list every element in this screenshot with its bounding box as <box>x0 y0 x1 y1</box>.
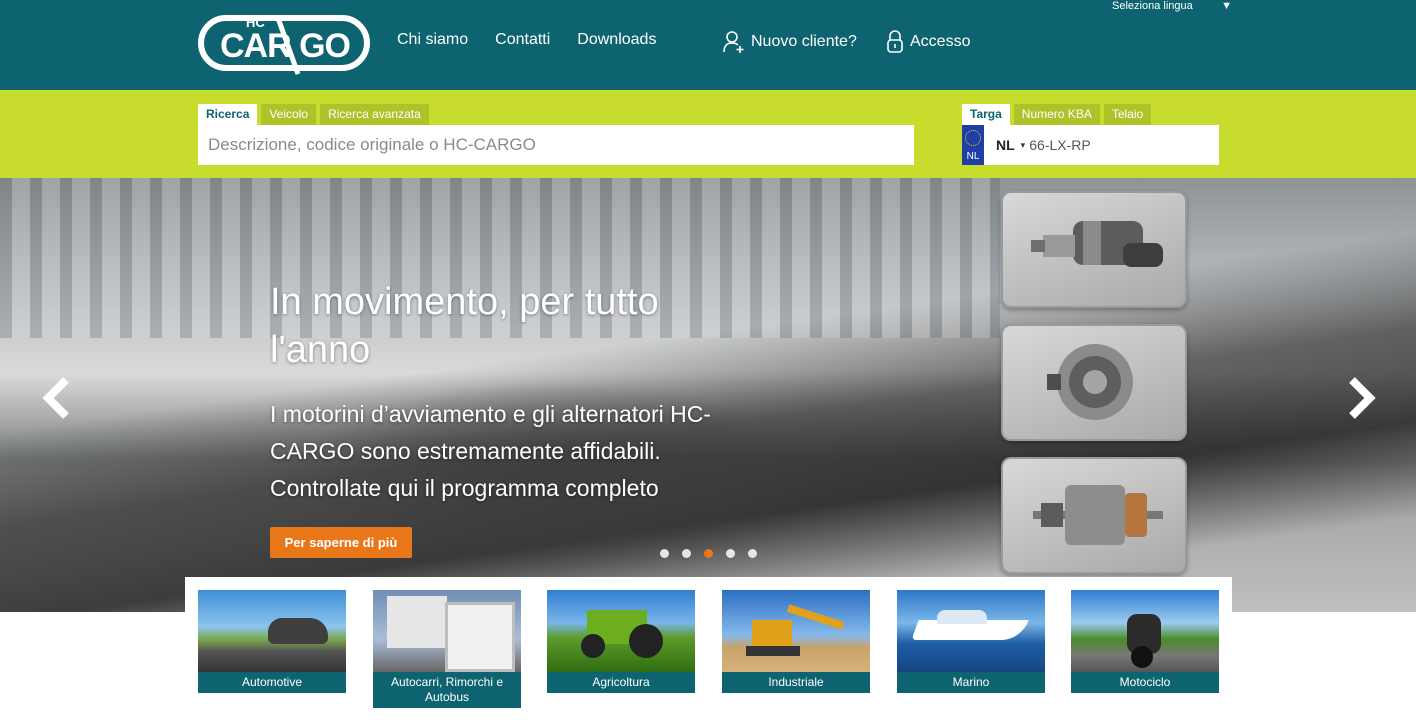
carousel-dot[interactable] <box>682 549 691 558</box>
hero-carousel: In movimento, per tutto l'anno I motorin… <box>0 178 1416 612</box>
category-label: Autocarri, Rimorchi e Autobus <box>373 672 521 708</box>
eu-stars-icon <box>965 130 981 146</box>
hero-title: In movimento, per tutto l'anno <box>270 281 659 371</box>
search-band: Ricerca Veicolo Ricerca avanzata Targa N… <box>0 90 1416 178</box>
tab-advanced-search[interactable]: Ricerca avanzata <box>320 104 429 125</box>
top-header: HC CAR GO Chi siamo Contatti Downloads N… <box>0 0 1416 90</box>
eu-country-code: NL <box>966 151 980 162</box>
hero-text: I motorini d’avviamento e gli alternator… <box>270 401 712 501</box>
automotive-image <box>198 590 346 672</box>
tractor-image <box>547 590 695 672</box>
alternator-image[interactable] <box>1001 324 1187 441</box>
category-industrial[interactable]: Industriale <box>722 590 870 693</box>
login-label: Accesso <box>910 33 971 50</box>
search-tabs: Ricerca Veicolo Ricerca avanzata <box>198 104 429 125</box>
chevron-down-icon[interactable]: ▾ <box>1021 140 1026 151</box>
carousel-dots <box>660 549 757 558</box>
motorcycle-image <box>1071 590 1219 672</box>
license-plate-field: NL NL ▾ 66-LX-RP <box>962 125 1219 165</box>
chevron-right-icon <box>1349 377 1376 419</box>
category-label: Marino <box>897 672 1045 693</box>
tab-plate[interactable]: Targa <box>962 104 1010 125</box>
tab-search[interactable]: Ricerca <box>198 104 258 125</box>
category-automotive[interactable]: Automotive <box>198 590 346 693</box>
lock-icon <box>887 30 903 53</box>
plate-country-select[interactable]: NL <box>996 137 1015 153</box>
add-user-icon <box>723 31 744 53</box>
category-label: Industriale <box>722 672 870 693</box>
plate-number-input[interactable]: 66-LX-RP <box>1029 137 1090 153</box>
tab-chassis[interactable]: Telaio <box>1103 104 1152 125</box>
plate-tabs: Targa Numero KBA Telaio <box>962 104 1152 125</box>
chevron-down-icon: ▼ <box>1221 0 1232 12</box>
tab-vehicle[interactable]: Veicolo <box>261 104 317 125</box>
starter-motor-image[interactable] <box>1001 191 1187 308</box>
category-label: Automotive <box>198 672 346 693</box>
category-motorcycle[interactable]: Motociclo <box>1071 590 1219 693</box>
armature-image[interactable] <box>1001 457 1187 574</box>
category-agriculture[interactable]: Agricoltura <box>547 590 695 693</box>
nav-about[interactable]: Chi siamo <box>397 31 468 49</box>
chevron-left-icon <box>42 377 69 419</box>
carousel-dot[interactable] <box>660 549 669 558</box>
category-label: Motociclo <box>1071 672 1219 693</box>
carousel-dot[interactable] <box>726 549 735 558</box>
category-marine[interactable]: Marino <box>897 590 1045 693</box>
new-customer-label: Nuovo cliente? <box>751 33 857 50</box>
carousel-dot-active[interactable] <box>704 549 713 558</box>
excavator-image <box>722 590 870 672</box>
carousel-dot[interactable] <box>748 549 757 558</box>
tab-kba-number[interactable]: Numero KBA <box>1013 104 1100 125</box>
boat-image <box>897 590 1045 672</box>
nav-downloads[interactable]: Downloads <box>577 31 656 49</box>
eu-flag-badge: NL <box>962 125 984 165</box>
carousel-prev-arrow[interactable] <box>38 374 78 422</box>
carousel-next-arrow[interactable] <box>1340 374 1380 422</box>
nav-contacts[interactable]: Contatti <box>495 31 550 49</box>
truck-image <box>373 590 521 672</box>
category-label: Agricoltura <box>547 672 695 693</box>
search-input[interactable] <box>198 125 914 165</box>
main-nav: Chi siamo Contatti Downloads <box>397 31 656 49</box>
hc-cargo-logo[interactable]: HC CAR GO <box>198 10 370 76</box>
language-label: Seleziona lingua <box>1112 0 1193 12</box>
login-link[interactable]: Accesso <box>886 30 970 54</box>
new-customer-link[interactable]: Nuovo cliente? <box>723 30 857 54</box>
category-trucks[interactable]: Autocarri, Rimorchi e Autobus <box>373 590 521 708</box>
learn-more-button[interactable]: Per saperne di più <box>270 527 412 558</box>
language-selector[interactable]: Seleziona lingua ▼ <box>1112 0 1232 14</box>
